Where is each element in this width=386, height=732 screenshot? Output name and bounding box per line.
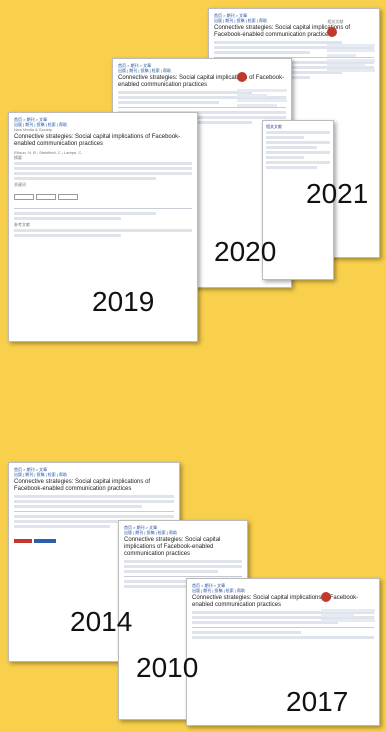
journal: New Media & Society — [14, 127, 53, 132]
refs-label: 参考文献 — [14, 222, 30, 227]
article-title: Connective strategies: Social capital im… — [124, 537, 221, 557]
avatar — [321, 592, 332, 602]
bar-blue — [34, 539, 56, 543]
article-title: Connective strategies: Social capital im… — [14, 134, 181, 147]
sidebar: 相关文献 — [327, 19, 375, 253]
sidebar-label: 相关文献 — [266, 124, 282, 129]
year-label-2021: 2021 — [306, 178, 369, 209]
year-label-2017: 2017 — [286, 686, 349, 717]
bar-red — [14, 539, 32, 543]
avatar — [237, 72, 248, 82]
year-label-2019: 2019 — [92, 286, 155, 317]
year-label-2010: 2010 — [136, 652, 199, 683]
nav: 出版 | 期刊 | 投稿 | 检索 | 帮助 — [124, 530, 178, 535]
nav: 出版 | 期刊 | 投稿 | 检索 | 帮助 — [14, 472, 68, 477]
keywords-label: 关键词 — [14, 182, 26, 187]
avatar — [327, 27, 338, 37]
year-label-2014: 2014 — [70, 606, 133, 637]
sidebar-label: 相关文献 — [327, 19, 344, 24]
abstract-label: 摘要 — [14, 155, 22, 160]
article-title: Connective strategies: Social capital im… — [14, 479, 151, 492]
year-label-2020: 2020 — [214, 236, 277, 267]
screenshot-2017: 首页 > 期刊 > 文章 出版 | 期刊 | 投稿 | 检索 | 帮助 Conn… — [186, 578, 380, 726]
